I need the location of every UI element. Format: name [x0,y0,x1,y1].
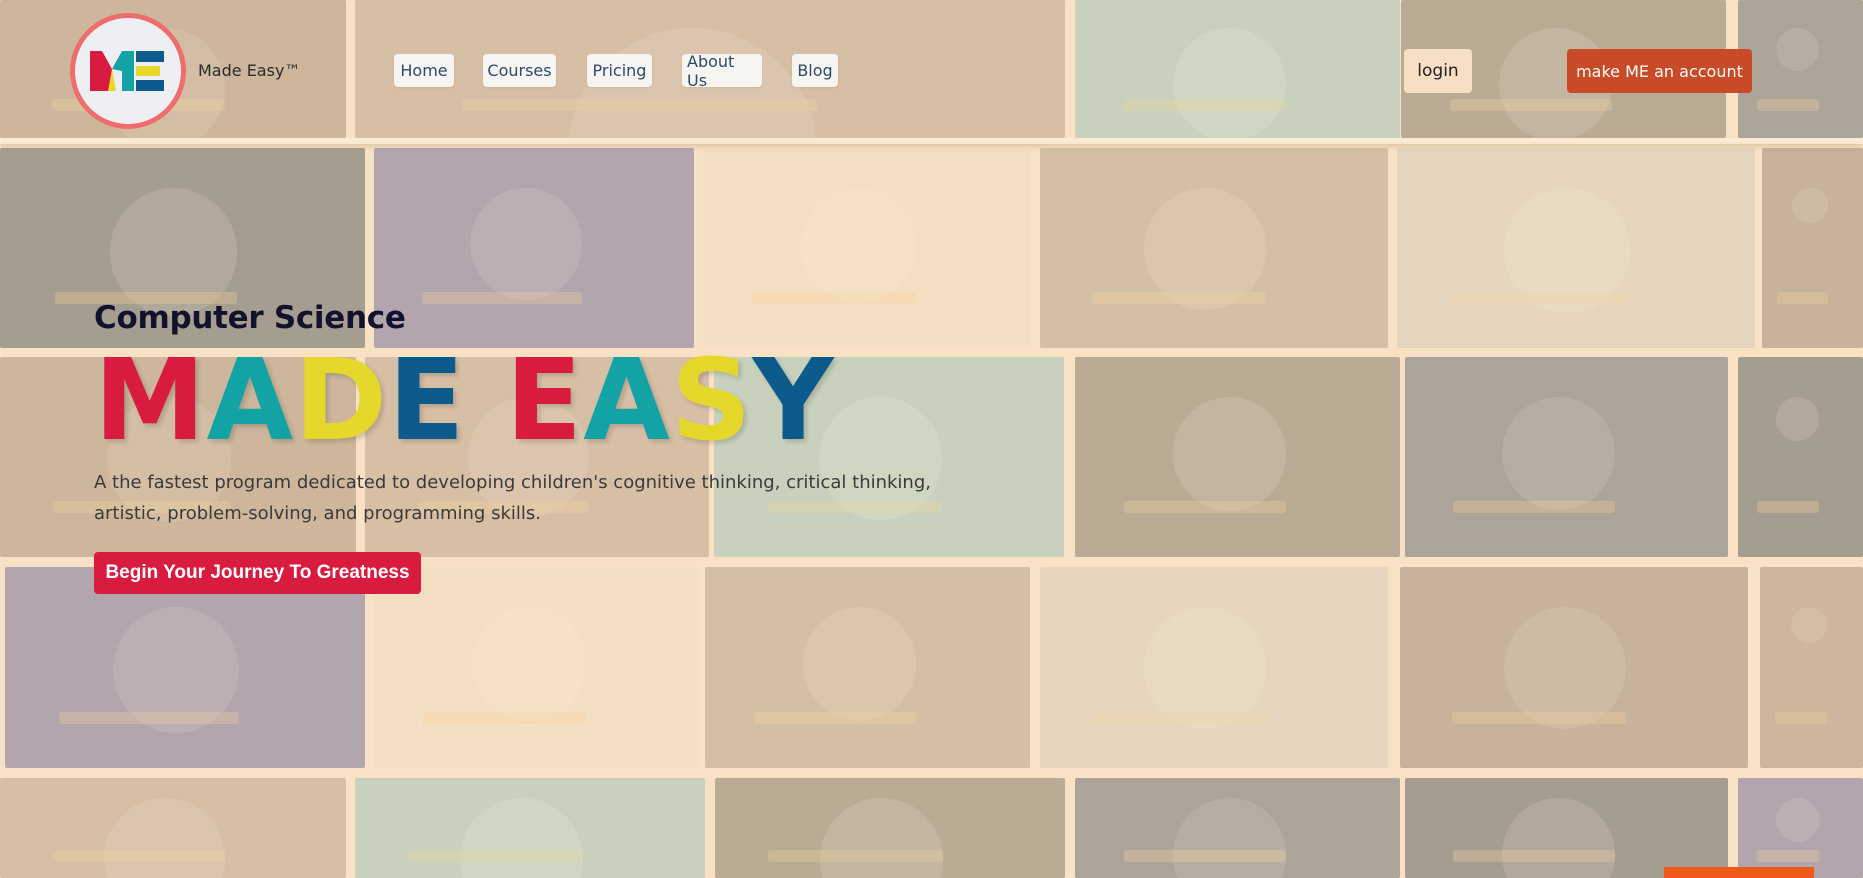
floating-tab[interactable] [1664,867,1814,878]
headline-letter: A [583,336,671,466]
headline-space [466,342,506,460]
nav-home[interactable]: Home [394,54,454,87]
hero-subtitle: Computer Science [94,300,406,336]
begin-journey-button[interactable]: Begin Your Journey To Greatness [94,552,421,594]
headline-letter: M [94,336,207,466]
header-divider [0,138,1863,144]
me-logo-icon [90,51,164,91]
nav-about-us[interactable]: About Us [682,52,762,90]
headline-letter: A [206,336,295,466]
login-button[interactable]: login [1404,49,1472,93]
headline-letter: S [670,336,753,466]
logo[interactable] [70,13,186,129]
headline-letter: E [388,336,466,466]
headline-letter: E [505,336,584,466]
site-header: Made Easy™ Home Courses Pricing About Us… [0,0,1863,142]
nav-courses[interactable]: Courses [483,54,556,87]
brand-name: Made Easy™ [198,61,301,80]
headline-letter: Y [752,336,835,466]
hero-headline: MADE EASY [94,342,835,460]
nav-blog[interactable]: Blog [792,54,838,87]
hero-description: A the fastest program dedicated to devel… [94,472,931,524]
signup-button[interactable]: make ME an account [1567,49,1752,93]
headline-letter: D [294,336,389,466]
nav-pricing[interactable]: Pricing [587,54,652,87]
